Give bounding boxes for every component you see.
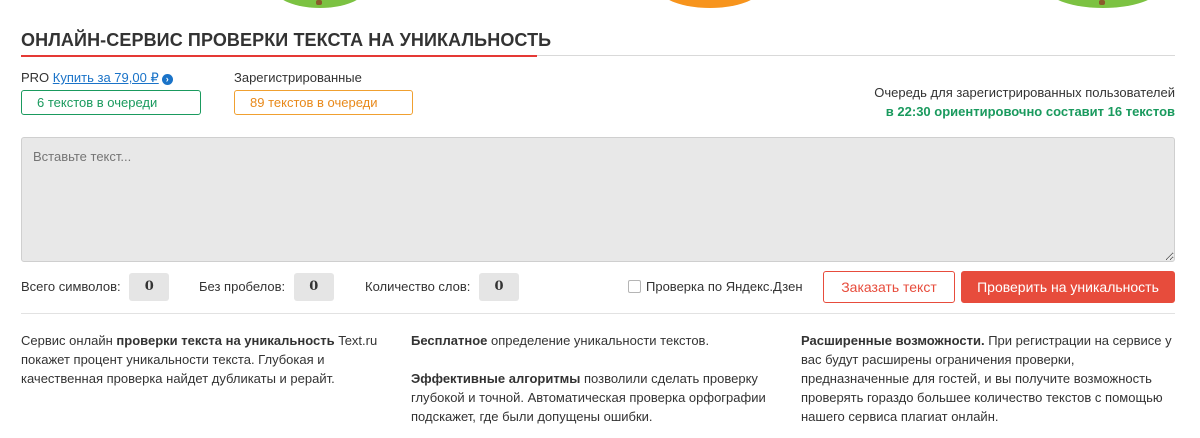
no-spaces-label: Без пробелов: xyxy=(199,279,286,294)
info-bold: проверки текста на уникальность xyxy=(116,333,335,348)
queue-note-line2: в 22:30 ориентировочно составит 16 текст… xyxy=(885,104,1175,119)
no-spaces-value: 0 xyxy=(293,273,334,301)
info-paragraph: Бесплатное определение уникальности текс… xyxy=(411,331,781,350)
registered-label: Зарегистрированные xyxy=(234,70,362,85)
yandex-check-option[interactable]: Проверка по Яндекс.Дзен xyxy=(628,279,803,294)
queue-note: Очередь для зарегистрированных пользоват… xyxy=(874,83,1175,121)
yandex-check-label: Проверка по Яндекс.Дзен xyxy=(646,279,803,294)
pro-queue-badge: 6 текстов в очереди xyxy=(21,90,201,115)
no-spaces-stat: Без пробелов: 0 xyxy=(199,273,334,301)
page-header: ОНЛАЙН-СЕРВИС ПРОВЕРКИ ТЕКСТА НА УНИКАЛЬ… xyxy=(21,30,1175,57)
text-input[interactable] xyxy=(21,137,1175,262)
decorative-orange-shape xyxy=(660,0,760,8)
info-column-2: Бесплатное определение уникальности текс… xyxy=(411,331,781,426)
decorative-dot xyxy=(1099,0,1105,5)
info-text: определение уникальности текстов. xyxy=(487,333,710,348)
word-count-label: Количество слов: xyxy=(365,279,471,294)
total-chars-label: Всего символов: xyxy=(21,279,121,294)
pro-label: PRO xyxy=(21,70,50,85)
total-chars-value: 0 xyxy=(129,273,170,301)
registered-queue-badge: 89 текстов в очереди xyxy=(234,90,413,115)
total-chars-stat: Всего символов: 0 xyxy=(21,273,170,301)
info-bold: Расширенные возможности. xyxy=(801,333,985,348)
arrow-right-circle-icon[interactable]: › xyxy=(161,74,173,85)
buy-pro-link[interactable]: Купить за 79,00 ₽ xyxy=(53,70,159,85)
pro-row: PRO Купить за 79,00 ₽ › xyxy=(21,70,173,86)
info-bold: Эффективные алгоритмы xyxy=(411,371,581,386)
info-column-3: Расширенные возможности. При регистрации… xyxy=(801,331,1181,426)
yandex-checkbox[interactable] xyxy=(628,280,641,293)
divider xyxy=(21,313,1175,314)
title-underline xyxy=(21,55,537,57)
page-title: ОНЛАЙН-СЕРВИС ПРОВЕРКИ ТЕКСТА НА УНИКАЛЬ… xyxy=(21,30,552,50)
info-column-1: Сервис онлайн проверки текста на уникаль… xyxy=(21,331,381,388)
decorative-dot xyxy=(316,0,322,5)
order-text-button[interactable]: Заказать текст xyxy=(823,271,955,303)
word-count-value: 0 xyxy=(479,273,520,301)
queue-note-line1: Очередь для зарегистрированных пользоват… xyxy=(874,85,1175,100)
info-bold: Бесплатное xyxy=(411,333,488,348)
check-uniqueness-button[interactable]: Проверить на уникальность xyxy=(961,271,1175,303)
info-text: Сервис онлайн xyxy=(21,333,117,348)
word-count-stat: Количество слов: 0 xyxy=(365,273,520,301)
info-paragraph: Эффективные алгоритмы позволили сделать … xyxy=(411,369,781,426)
